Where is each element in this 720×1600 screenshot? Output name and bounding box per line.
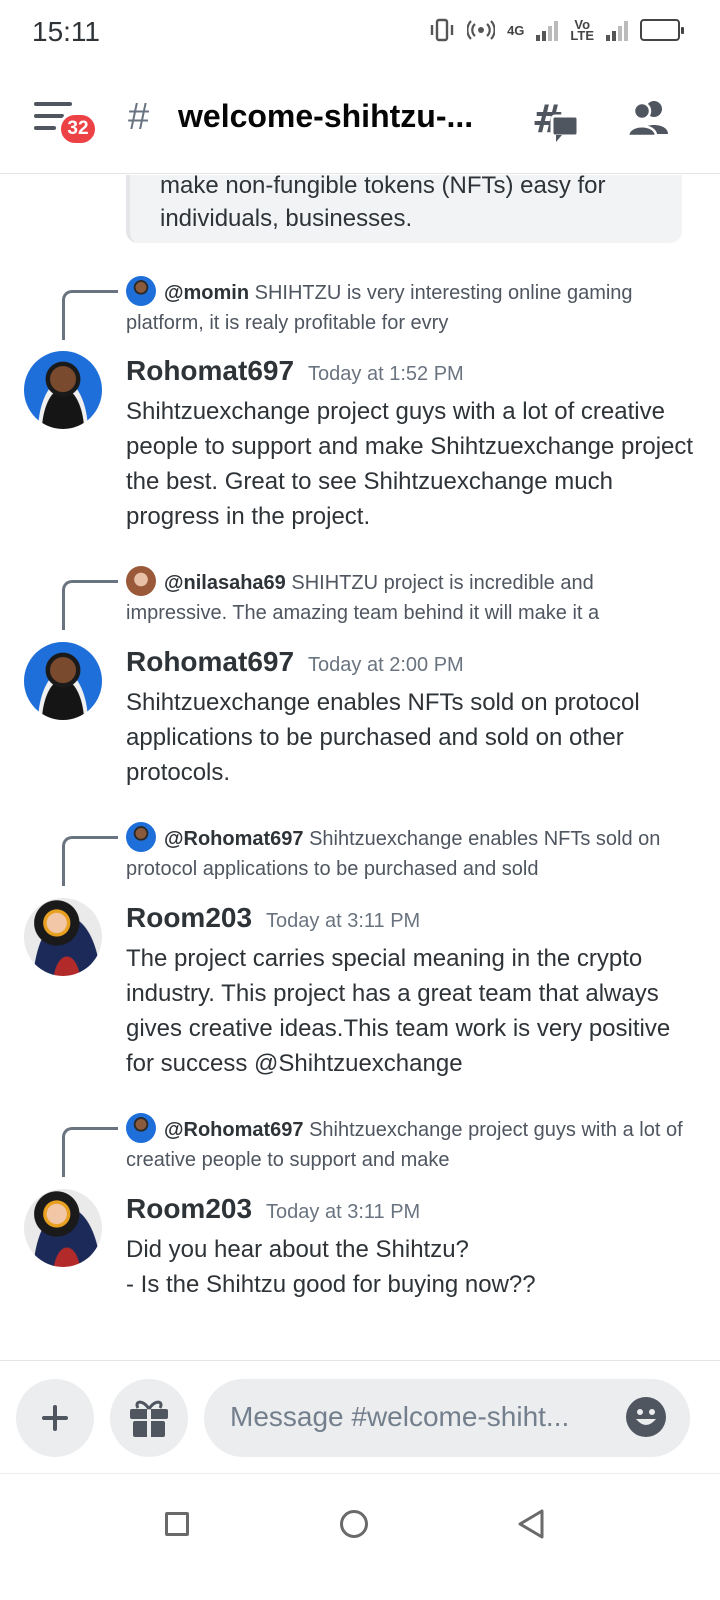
message-body: Shihtzuexchange enables NFTs sold on pro…: [126, 689, 640, 786]
gift-button[interactable]: [110, 1379, 188, 1457]
message-header: Room203 Today at 3:11 PM: [126, 902, 420, 934]
reply-mention: @momin: [164, 282, 250, 304]
timestamp: Today at 2:00 PM: [308, 654, 464, 676]
signal-icon-2: [606, 19, 628, 41]
members-icon[interactable]: [626, 98, 670, 138]
avatar: [126, 566, 156, 596]
reply-connector: [62, 290, 118, 340]
hotspot-icon: [467, 20, 496, 40]
emoji-picker-button[interactable]: [626, 1397, 666, 1437]
battery-icon: [640, 19, 684, 41]
avatar[interactable]: [24, 642, 102, 720]
status-time: 15:11: [32, 16, 100, 47]
avatar[interactable]: [24, 1189, 102, 1267]
recents-icon[interactable]: [165, 1512, 189, 1536]
channel-hash-icon: #: [128, 96, 150, 138]
message-body: Shihtzuexchange project guys with a lot …: [126, 398, 694, 530]
message-list[interactable]: make non-fungible tokens (NFTs) easy for…: [0, 175, 720, 1360]
reply-preview[interactable]: @nilasaha69 SHIHTZU project is incredibl…: [126, 566, 686, 628]
add-attachment-button[interactable]: [16, 1379, 94, 1457]
network-4g-label: 4G: [507, 22, 525, 38]
reply-mention: @Rohomat697: [164, 828, 304, 850]
username[interactable]: Room203: [126, 1193, 252, 1224]
notification-badge: 32: [58, 112, 98, 146]
avatar: [126, 1113, 156, 1143]
reply-preview[interactable]: @Rohomat697 Shihtzuexchange enables NFTs…: [126, 822, 686, 884]
message-body: The project carries special meaning in t…: [126, 945, 671, 1077]
message-header: Rohomat697 Today at 2:00 PM: [126, 646, 464, 678]
username[interactable]: Rohomat697: [126, 355, 294, 386]
reply-connector: [62, 580, 118, 630]
avatar: [126, 822, 156, 852]
channel-title[interactable]: welcome-shihtzu-...: [178, 98, 473, 135]
back-icon[interactable]: [516, 1508, 546, 1540]
avatar[interactable]: [24, 351, 102, 429]
emoji-icon: [636, 1409, 656, 1425]
message-body: Did you hear about the Shihtzu? - Is the…: [126, 1236, 536, 1298]
message-input-placeholder: Message #welcome-shiht...: [230, 1401, 570, 1432]
reply-mention: @Rohomat697: [164, 1119, 304, 1141]
message-header: Rohomat697 Today at 1:52 PM: [126, 355, 464, 387]
reply-connector: [62, 1127, 118, 1177]
gift-icon: [130, 1400, 168, 1437]
threads-icon[interactable]: #: [532, 98, 580, 144]
username[interactable]: Rohomat697: [126, 646, 294, 677]
timestamp: Today at 3:11 PM: [266, 910, 421, 932]
reply-preview[interactable]: @momin SHIHTZU is very interesting onlin…: [126, 276, 686, 338]
network-volte-label: Vo LTE: [570, 17, 594, 43]
username[interactable]: Room203: [126, 902, 252, 933]
timestamp: Today at 1:52 PM: [308, 363, 464, 385]
reply-mention: @nilasaha69: [164, 572, 286, 594]
timestamp: Today at 3:11 PM: [266, 1201, 421, 1223]
channel-header: 32 # welcome-shihtzu-... #: [0, 66, 720, 174]
avatar: [126, 276, 156, 306]
message-header: Room203 Today at 3:11 PM: [126, 1193, 420, 1225]
message-input[interactable]: Message #welcome-shiht...: [204, 1379, 690, 1457]
embed-text: make non-fungible tokens (NFTs) easy for…: [160, 175, 606, 232]
vibrate-icon: [430, 18, 454, 42]
reply-preview[interactable]: @Rohomat697 Shihtzuexchange project guys…: [126, 1113, 686, 1175]
message-composer: Message #welcome-shiht...: [0, 1360, 720, 1473]
net-4g-text: 4G: [507, 22, 525, 38]
system-nav-bar: [0, 1473, 720, 1600]
status-bar: 15:11 4G Vo LTE: [0, 0, 720, 66]
avatar[interactable]: [24, 898, 102, 976]
home-icon[interactable]: [340, 1510, 368, 1538]
status-icons: 4G Vo LTE: [429, 17, 684, 43]
embed-card: make non-fungible tokens (NFTs) easy for…: [126, 175, 682, 243]
reply-connector: [62, 836, 118, 886]
signal-icon-1: [536, 19, 559, 41]
